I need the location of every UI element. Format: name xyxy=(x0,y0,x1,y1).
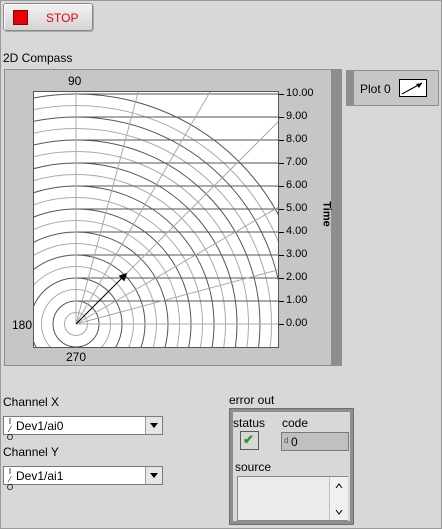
time-tick-mark xyxy=(279,140,284,141)
status-label: status xyxy=(233,416,266,430)
radial-grid-circle xyxy=(34,197,203,347)
time-tick-label: 4.00 xyxy=(286,225,308,237)
time-tick-label: 1.00 xyxy=(286,294,308,306)
stop-label: STOP xyxy=(46,11,79,25)
legend-plot-label: Plot 0 xyxy=(360,82,391,96)
time-tick-label: 9.00 xyxy=(286,110,308,122)
channel-x-label: Channel X xyxy=(3,395,60,409)
error-out-title: error out xyxy=(229,393,275,407)
time-tick-mark xyxy=(279,163,284,164)
time-tick-label: 5.00 xyxy=(286,202,308,214)
plot-legend-shadow xyxy=(346,70,354,106)
io-icon: I ⁄ O xyxy=(6,417,14,442)
channel-x-value: Dev1/ai0 xyxy=(16,419,64,433)
time-tick-mark xyxy=(279,324,284,325)
time-tick-label: 2.00 xyxy=(286,271,308,283)
compass-plot-svg xyxy=(34,92,278,347)
io-icon: I ⁄ O xyxy=(6,467,14,492)
code-value: 0 xyxy=(291,435,298,449)
time-tick-label: 8.00 xyxy=(286,133,308,145)
code-field[interactable]: d 0 xyxy=(281,432,349,451)
scroll-down-icon xyxy=(335,509,343,515)
scroll-up-icon xyxy=(335,483,343,489)
time-tick-mark xyxy=(279,278,284,279)
time-tick-label: 3.00 xyxy=(286,248,308,260)
time-tick-label: 10.00 xyxy=(286,87,314,99)
time-tick-label: 0.00 xyxy=(286,317,308,329)
angle-label-180: 180 xyxy=(12,318,33,332)
channel-x-dropdown-arrow-icon[interactable] xyxy=(145,417,162,434)
time-tick-mark xyxy=(279,94,284,95)
stop-led xyxy=(13,10,28,25)
source-label: source xyxy=(235,460,272,474)
source-scrollbar[interactable] xyxy=(329,477,348,520)
channel-y-dropdown-arrow-icon[interactable] xyxy=(145,467,162,484)
angle-label-90: 90 xyxy=(68,74,82,88)
check-icon: ✔ xyxy=(243,432,254,447)
status-indicator[interactable]: ✔ xyxy=(240,431,259,450)
legend-swatch[interactable] xyxy=(399,79,427,97)
radial-grid-circle xyxy=(34,220,180,347)
stop-button[interactable]: STOP xyxy=(3,3,93,31)
channel-y-label: Channel Y xyxy=(3,445,59,459)
angle-spoke xyxy=(75,92,139,325)
scroll-arrows xyxy=(335,483,343,515)
time-tick-mark xyxy=(279,209,284,210)
time-tick-mark xyxy=(279,301,284,302)
time-tick-mark xyxy=(279,117,284,118)
time-tick-mark xyxy=(279,232,284,233)
time-tick-mark xyxy=(279,186,284,187)
angle-label-270: 270 xyxy=(66,350,87,364)
time-axis-title: Time xyxy=(320,201,333,227)
time-tick-label: 7.00 xyxy=(286,156,308,168)
code-type-prefix: d xyxy=(284,436,289,445)
channel-y-value: Dev1/ai1 xyxy=(16,469,64,483)
compass-title: 2D Compass xyxy=(3,51,73,65)
channel-y-control[interactable]: I ⁄ O Dev1/ai1 xyxy=(3,466,163,492)
time-tick-mark xyxy=(279,255,284,256)
code-label: code xyxy=(282,416,309,430)
legend-arrow-icon xyxy=(401,82,423,95)
channel-x-control[interactable]: I ⁄ O Dev1/ai0 xyxy=(3,416,163,442)
time-tick-label: 6.00 xyxy=(286,179,308,191)
